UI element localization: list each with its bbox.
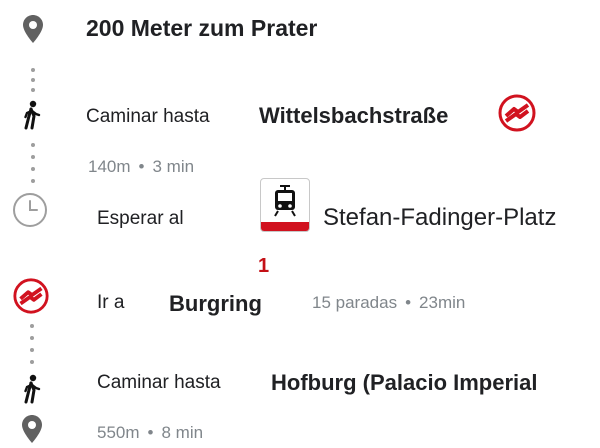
tram-line-number: 1 [258,255,270,277]
location-pin-icon [23,15,43,43]
walk2-step-meta: 550m • 8 min [97,423,203,443]
walk2-step-action: Caminar hasta [97,372,221,393]
wait-step-action: Esperar al [97,208,184,229]
walk2-destination-link[interactable]: Hofburg (Palacio Imperial [271,370,538,396]
ride-destination-link[interactable]: Burgring [169,291,262,317]
tram-line-badge[interactable] [260,178,310,232]
ride-step-meta: 15 paradas • 23min [312,293,465,313]
metro-logo-icon [498,94,536,132]
page-title: 200 Meter zum Prater [86,15,318,41]
location-pin-icon [22,415,42,443]
walk-step-action: Caminar hasta [86,106,210,127]
metro-logo-icon [13,278,49,314]
tram-icon [274,185,296,217]
walk-duration: 3 min [152,157,195,176]
ride-duration: 23min [419,293,466,312]
walk-distance: 140m [88,157,131,176]
wait-stop-name[interactable]: Stefan-Fadinger-Platz [323,204,556,232]
tram-line-color-bar [261,222,309,231]
walk-destination-link[interactable]: Wittelsbachstraße [259,103,448,129]
separator-dot: • [147,423,154,442]
walk2-duration: 8 min [161,423,204,442]
walk-icon [24,100,41,130]
separator-dot: • [405,293,412,312]
walk-step-meta: 140m • 3 min [88,157,194,177]
walk-icon [24,374,41,404]
ride-stops: 15 paradas [312,293,398,312]
clock-icon [13,193,47,227]
separator-dot: • [138,157,145,176]
ride-step-action: Ir a [97,292,125,313]
walk2-distance: 550m [97,423,140,442]
